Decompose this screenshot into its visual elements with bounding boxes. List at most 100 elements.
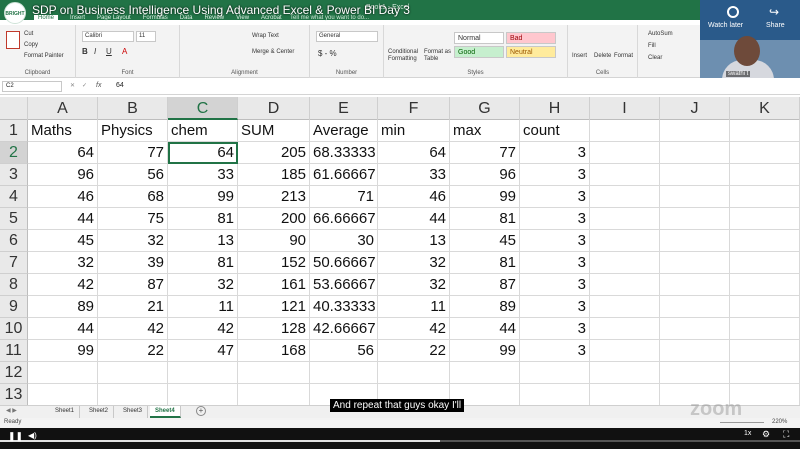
cell-b6[interactable]: 32 [98,230,168,252]
format-painter-button[interactable]: Format Painter [24,53,64,59]
cell-h4[interactable]: 3 [520,186,590,208]
column-header-a[interactable]: A [28,97,98,120]
cell-g7[interactable]: 81 [450,252,520,274]
row-header-6[interactable]: 6 [0,230,28,252]
row-header-13[interactable]: 13 [0,384,28,406]
cell-b7[interactable]: 39 [98,252,168,274]
row-header-11[interactable]: 11 [0,340,28,362]
font-size-select[interactable]: 11 [136,31,156,42]
cell-c2[interactable]: 64 [168,142,238,164]
sheet-nav-icon[interactable]: ◀ ▶ [6,407,17,414]
cell-g11[interactable]: 99 [450,340,520,362]
cell-d12[interactable] [238,362,310,384]
cell-i4[interactable] [590,186,660,208]
cell-g6[interactable]: 45 [450,230,520,252]
cell-j1[interactable] [660,120,730,142]
cell-h12[interactable] [520,362,590,384]
cell-a1[interactable]: Maths [28,120,98,142]
cell-e10[interactable]: 42.66667 [310,318,378,340]
row-header-10[interactable]: 10 [0,318,28,340]
cell-k2[interactable] [730,142,800,164]
row-header-12[interactable]: 12 [0,362,28,384]
cell-f4[interactable]: 46 [378,186,450,208]
zoom-level[interactable]: 220% [772,419,787,425]
cell-b8[interactable]: 87 [98,274,168,296]
cell-j2[interactable] [660,142,730,164]
ribbon-tab-insert[interactable]: Insert [70,15,85,21]
cell-i12[interactable] [590,362,660,384]
cell-f5[interactable]: 44 [378,208,450,230]
cell-j6[interactable] [660,230,730,252]
conditional-formatting-button[interactable]: Conditional Formatting [388,49,422,63]
cell-d9[interactable]: 121 [238,296,310,318]
cell-j10[interactable] [660,318,730,340]
cell-h7[interactable]: 3 [520,252,590,274]
cell-f8[interactable]: 32 [378,274,450,296]
volume-icon[interactable]: ◀) [28,431,37,440]
cell-g4[interactable]: 99 [450,186,520,208]
cell-h1[interactable]: count [520,120,590,142]
ribbon-tab-view[interactable]: View [236,15,249,21]
row-header-1[interactable]: 1 [0,120,28,142]
sheet-tab-sheet4[interactable]: Sheet4 [150,406,181,418]
cell-j7[interactable] [660,252,730,274]
cell-d7[interactable]: 152 [238,252,310,274]
enter-icon[interactable]: ✓ [82,82,87,89]
row-header-2[interactable]: 2 [0,142,28,164]
cell-g10[interactable]: 44 [450,318,520,340]
cell-j5[interactable] [660,208,730,230]
column-header-g[interactable]: G [450,97,520,120]
cell-e1[interactable]: Average [310,120,378,142]
cell-a10[interactable]: 44 [28,318,98,340]
copy-button[interactable]: Copy [24,42,38,48]
column-header-j[interactable]: J [660,97,730,120]
cell-k10[interactable] [730,318,800,340]
cell-h5[interactable]: 3 [520,208,590,230]
channel-logo-icon[interactable]: BRIGHT [4,2,26,24]
cell-k7[interactable] [730,252,800,274]
cell-c4[interactable]: 99 [168,186,238,208]
column-header-k[interactable]: K [730,97,800,120]
cell-a13[interactable] [28,384,98,406]
cell-f11[interactable]: 22 [378,340,450,362]
cell-d5[interactable]: 200 [238,208,310,230]
row-header-4[interactable]: 4 [0,186,28,208]
cell-k11[interactable] [730,340,800,362]
format-as-table-button[interactable]: Format as Table [424,49,452,63]
ribbon-tab-home[interactable]: Home [34,15,59,21]
sheet-tab-sheet2[interactable]: Sheet2 [84,406,115,418]
cut-button[interactable]: Cut [24,31,33,37]
cell-e6[interactable]: 30 [310,230,378,252]
cell-i1[interactable] [590,120,660,142]
cell-c11[interactable]: 47 [168,340,238,362]
merge-center-button[interactable]: Merge & Center [252,49,294,55]
cell-e8[interactable]: 53.66667 [310,274,378,296]
cell-h9[interactable]: 3 [520,296,590,318]
cell-c1[interactable]: chem [168,120,238,142]
cell-c7[interactable]: 81 [168,252,238,274]
italic-icon[interactable]: I [94,47,96,56]
currency-icon[interactable]: $ - % [318,49,337,58]
cell-i8[interactable] [590,274,660,296]
cell-a4[interactable]: 46 [28,186,98,208]
cell-d10[interactable]: 128 [238,318,310,340]
ribbon-tab-formulas[interactable]: Formulas [143,15,168,21]
cell-h11[interactable]: 3 [520,340,590,362]
row-header-9[interactable]: 9 [0,296,28,318]
cell-c3[interactable]: 33 [168,164,238,186]
cell-j3[interactable] [660,164,730,186]
row-header-5[interactable]: 5 [0,208,28,230]
cell-i9[interactable] [590,296,660,318]
row-header-3[interactable]: 3 [0,164,28,186]
cell-b5[interactable]: 75 [98,208,168,230]
speed-button[interactable]: 1x [744,430,751,437]
cell-d4[interactable]: 213 [238,186,310,208]
cell-h3[interactable]: 3 [520,164,590,186]
format-button[interactable]: Format [614,53,633,59]
cell-i3[interactable] [590,164,660,186]
cell-g12[interactable] [450,362,520,384]
column-header-i[interactable]: I [590,97,660,120]
zoom-slider[interactable] [720,422,764,423]
cell-f9[interactable]: 11 [378,296,450,318]
cell-d11[interactable]: 168 [238,340,310,362]
